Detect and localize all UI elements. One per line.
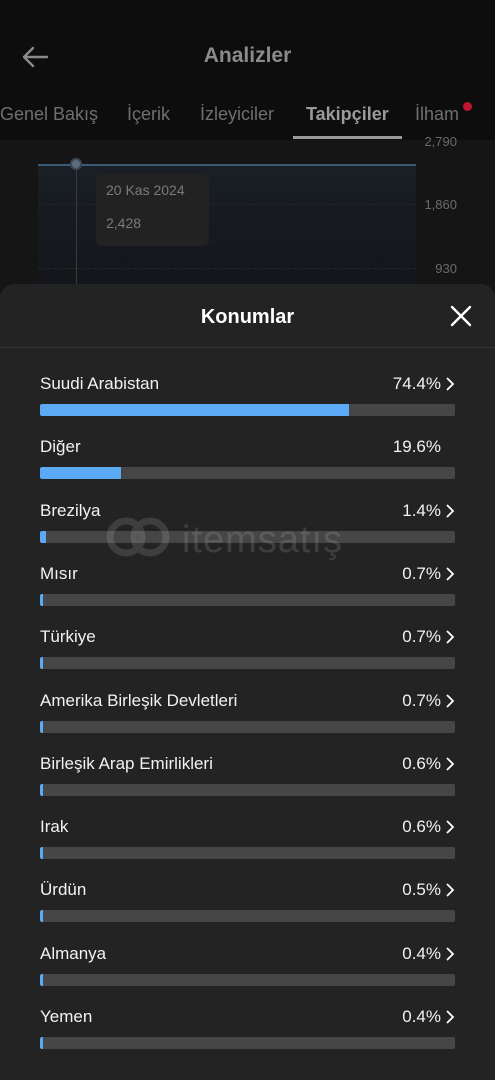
chevron-right-icon (446, 820, 455, 834)
chevron-right-icon (446, 1010, 455, 1024)
location-bar-track (40, 530, 455, 543)
location-bar-fill (40, 910, 43, 923)
location-bar-fill (40, 973, 43, 986)
location-bar-track (40, 467, 455, 480)
location-row[interactable]: Amerika Birleşik Devletleri 0.7% (40, 681, 455, 733)
location-name: Brezilya (40, 500, 101, 520)
sheet-header: Konumlar (0, 284, 495, 348)
location-name: Yemen (40, 1007, 93, 1026)
location-percent: 0.4% (402, 943, 441, 963)
analytics-screen-background: Analizler Genel Bakış İçerik İzleyiciler… (0, 0, 495, 304)
location-name: Irak (40, 817, 69, 837)
chart-cursor-line (76, 164, 77, 304)
chevron-right-icon (446, 567, 455, 581)
location-name: Türkiye (40, 627, 96, 647)
followers-chart[interactable]: 2,790 1,860 930 20 Kas 2024 2,428 (0, 134, 495, 304)
y-tick-label: 930 (435, 261, 457, 276)
location-bar-fill (40, 593, 43, 606)
location-bar-track (40, 847, 455, 860)
chart-gridline (38, 204, 416, 205)
chart-area (38, 164, 416, 304)
y-tick-label: 2,790 (424, 134, 457, 149)
location-percent: 0.7% (402, 563, 441, 583)
location-bar-fill (40, 720, 43, 733)
location-row[interactable]: Suudi Arabistan 74.4% (40, 364, 455, 416)
location-name: Suudi Arabistan (40, 374, 160, 393)
location-bar-fill (40, 404, 349, 416)
location-bar-fill (40, 467, 122, 480)
tab-viewers[interactable]: İzleyiciler (200, 104, 274, 125)
location-row[interactable]: Birleşik Arap Emirlikleri 0.6% (40, 744, 455, 796)
location-name: Mısır (40, 563, 78, 583)
sheet-title: Konumlar (200, 306, 295, 328)
location-bar-track (40, 404, 455, 416)
location-percent: 0.4% (402, 1007, 441, 1026)
page-title: Analizler (203, 44, 292, 67)
location-percent: 74.4% (392, 374, 441, 393)
close-icon (450, 305, 472, 327)
chart-selected-point (70, 158, 82, 170)
location-percent: 0.6% (402, 753, 441, 773)
close-button[interactable] (449, 304, 473, 328)
location-row[interactable]: Türkiye 0.7% (40, 617, 455, 670)
tab-followers[interactable]: Takipçiler (306, 104, 389, 125)
chevron-right-icon (446, 883, 455, 898)
chevron-right-icon (446, 947, 455, 961)
location-bar-track (40, 593, 455, 606)
chevron-right-icon (446, 757, 455, 771)
tab-overview[interactable]: Genel Bakış (0, 104, 98, 125)
notification-dot (463, 102, 472, 111)
location-bar-track (40, 657, 455, 670)
location-name: Amerika Birleşik Devletleri (40, 690, 238, 710)
location-row[interactable]: Ürdün 0.5% (40, 870, 455, 923)
location-bar-fill (40, 1037, 43, 1049)
location-percent: 0.7% (402, 690, 441, 710)
location-bar-track (40, 720, 455, 733)
location-row[interactable]: Irak 0.6% (40, 807, 455, 860)
location-row[interactable]: Mısır 0.7% (40, 554, 455, 606)
location-name: Almanya (40, 943, 107, 963)
location-name: Diğer (40, 437, 81, 457)
tab-content[interactable]: İçerik (127, 104, 170, 125)
location-name: Ürdün (40, 880, 87, 900)
top-bar: Analizler (0, 0, 495, 100)
active-tab-indicator (293, 136, 402, 139)
y-tick-label: 1,860 (424, 197, 457, 212)
tooltip-date: 20 Kas 2024 (106, 182, 185, 198)
location-bar-fill (40, 657, 43, 670)
location-bar-track (40, 910, 455, 923)
tab-bar: Genel Bakış İçerik İzleyiciler Takipçile… (0, 100, 495, 140)
chart-series-line (38, 164, 416, 166)
location-row: Diğer 19.6% (40, 427, 455, 480)
location-bar-track (40, 1037, 455, 1049)
location-name: Birleşik Arap Emirlikleri (40, 753, 213, 773)
chevron-right-icon (446, 503, 455, 518)
locations-sheet: Konumlar Suudi Arabistan 74.4% Diğer 19.6% B… (0, 284, 495, 1080)
chevron-right-icon (446, 377, 455, 391)
chart-tooltip: 20 Kas 2024 2,428 (96, 174, 209, 246)
location-row[interactable]: Brezilya 1.4% (40, 491, 455, 543)
location-bar-track (40, 783, 455, 796)
location-percent: 0.7% (402, 627, 441, 647)
location-bar-fill (40, 783, 43, 796)
location-percent: 0.6% (402, 817, 441, 837)
location-percent: 0.5% (402, 880, 441, 900)
location-row[interactable]: Yemen 0.4% (40, 997, 455, 1049)
chevron-right-icon (446, 630, 455, 644)
location-percent: 19.6% (392, 437, 441, 457)
location-bar-track (40, 973, 455, 986)
chevron-right-icon (446, 693, 455, 708)
tooltip-value: 2,428 (106, 215, 142, 231)
location-row[interactable]: Almanya 0.4% (40, 934, 455, 986)
location-bar-fill (40, 847, 43, 860)
tab-inspiration[interactable]: İlham (415, 104, 459, 125)
location-bar-fill (40, 530, 46, 543)
location-percent: 1.4% (402, 500, 441, 520)
chart-gridline (38, 268, 416, 269)
